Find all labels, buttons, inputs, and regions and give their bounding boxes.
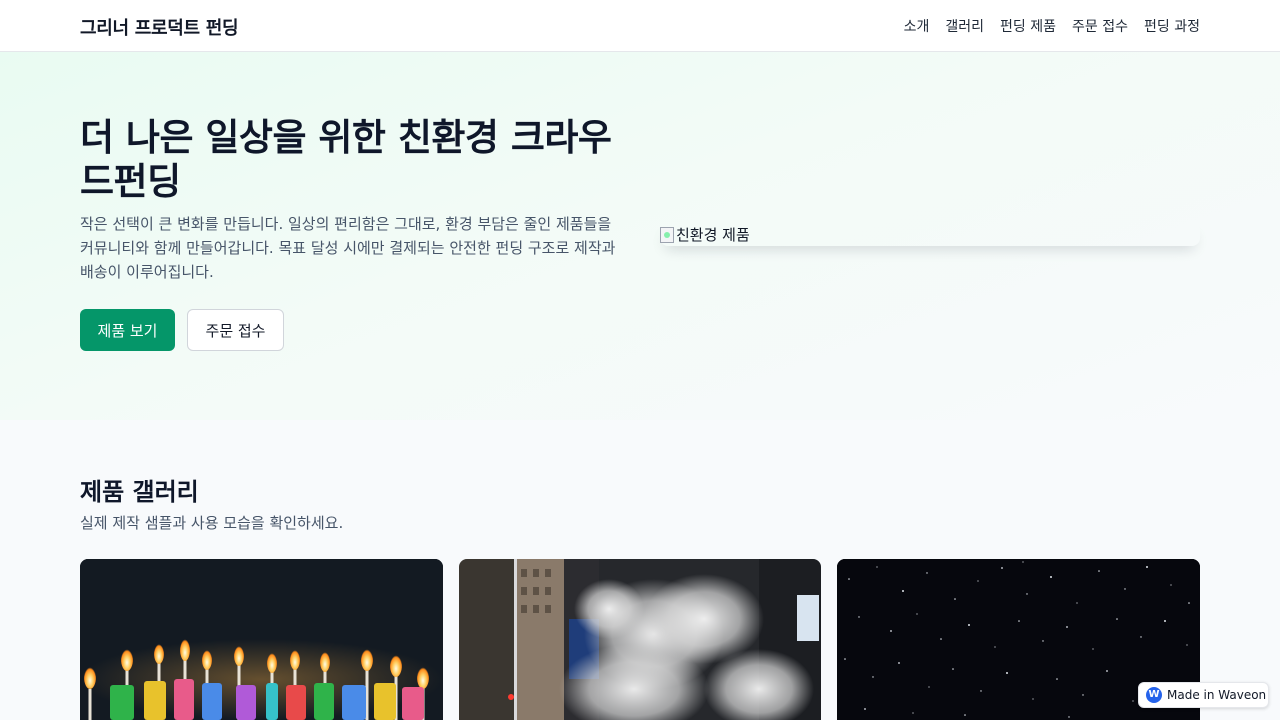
hero-title: 더 나은 일상을 위한 친환경 크라우드펀딩 [80, 116, 612, 203]
main-nav: 소개 갤러리 펀딩 제품 주문 접수 펀딩 과정 [904, 16, 1200, 36]
nav-link-order[interactable]: 주문 접수 [1072, 16, 1128, 36]
city-street-illustration [459, 559, 821, 720]
waveon-logo-icon: W [1146, 687, 1162, 703]
brand-logo-text[interactable]: 그리너 프로덕트 펀딩 [80, 14, 239, 40]
nav-link-products[interactable]: 펀딩 제품 [1000, 16, 1056, 36]
made-in-waveon-label: Made in Waveon [1167, 688, 1267, 702]
broken-image-icon [660, 226, 674, 243]
broken-image-placeholder: 친환경 제품 [660, 224, 750, 245]
birthday-candles-illustration [80, 559, 443, 720]
gallery-image-birthday-candles[interactable] [80, 559, 443, 720]
hero-image-alt-text: 친환경 제품 [676, 226, 750, 244]
nav-link-gallery[interactable]: 갤러리 [945, 16, 984, 36]
nav-link-intro[interactable]: 소개 [904, 16, 930, 36]
gallery-subtitle: 실제 제작 샘플과 사용 모습을 확인하세요. [80, 514, 344, 532]
view-products-button[interactable]: 제품 보기 [80, 309, 175, 351]
hero-section: 더 나은 일상을 위한 친환경 크라우드펀딩 작은 선택이 큰 변화를 만듭니다… [0, 52, 1280, 420]
gallery-image-city-street[interactable] [459, 559, 821, 720]
nav-link-process[interactable]: 펀딩 과정 [1144, 16, 1200, 36]
hero-image: 친환경 제품 [660, 222, 1200, 246]
hero-description: 작은 선택이 큰 변화를 만듭니다. 일상의 편리함은 그대로, 환경 부담은 … [80, 215, 616, 281]
made-in-waveon-badge[interactable]: W Made in Waveon [1138, 682, 1269, 708]
order-button[interactable]: 주문 접수 [187, 309, 284, 351]
gallery-title: 제품 갤러리 [80, 478, 199, 506]
site-header: 그리너 프로덕트 펀딩 소개 갤러리 펀딩 제품 주문 접수 펀딩 과정 [0, 0, 1280, 52]
